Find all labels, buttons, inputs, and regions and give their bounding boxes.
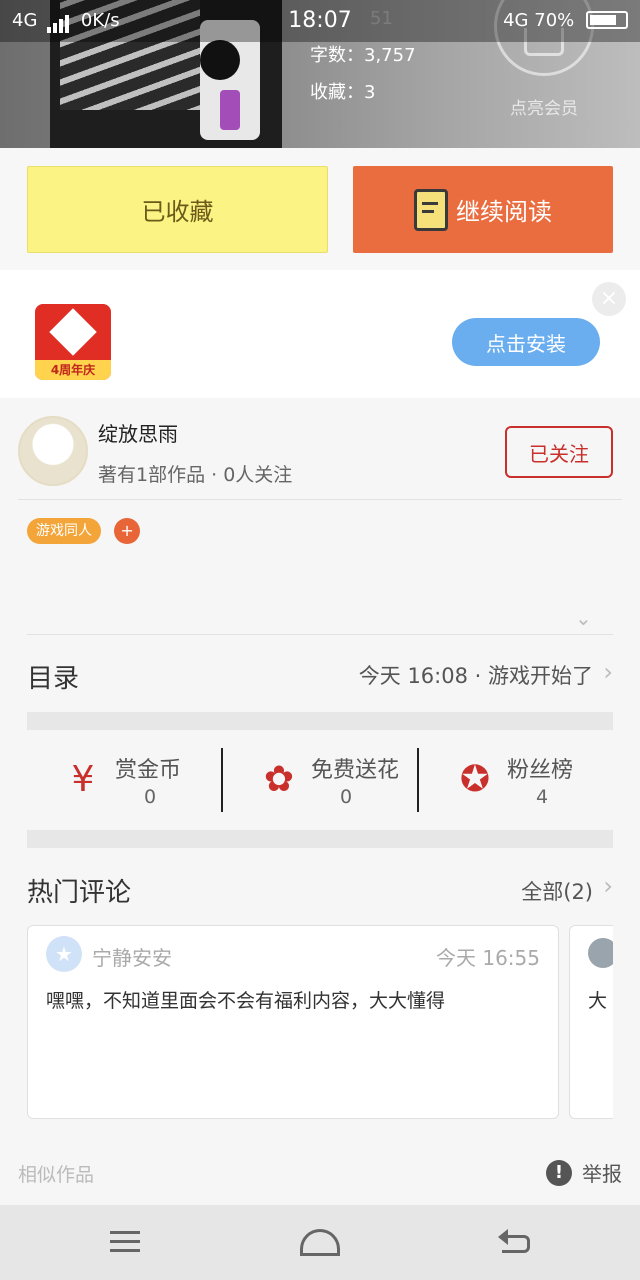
tag-list: 游戏同人 + [27, 518, 141, 544]
stat-value: 0 [339, 786, 353, 808]
comment-user[interactable]: 宁静安安 [92, 942, 172, 971]
similar-works-label: 相似作品 [18, 1164, 95, 1186]
add-tag-button[interactable]: + [114, 518, 141, 544]
continue-reading-button[interactable]: 继续阅读 [353, 166, 613, 253]
catalog-row[interactable]: 目录 今天 16:08 · 游戏开始了 › [27, 636, 613, 712]
stat-label: 赏金币 [115, 758, 182, 783]
reward-coin-button[interactable]: ¥ 赏金币 0 [27, 730, 221, 830]
stat-value: 4 [535, 786, 549, 808]
section-separator [27, 712, 613, 730]
book-icon [414, 188, 448, 231]
stat-label: 粉丝榜 [507, 758, 574, 783]
chevron-right-icon[interactable]: › [603, 872, 613, 900]
system-nav-bar [0, 1205, 640, 1280]
fan-ranking-icon: ✪ [459, 759, 491, 800]
continue-reading-label: 继续阅读 [456, 198, 552, 226]
install-button[interactable]: 点击安装 [452, 318, 600, 366]
follow-label: 已关注 [529, 441, 589, 466]
comment-text: 嘿嘿，不知道里面会不会有福利内容，大大懂得 [46, 990, 446, 1012]
flower-icon: ✿ [263, 759, 295, 800]
home-icon[interactable] [298, 1225, 340, 1261]
collected-label: 已收藏 [141, 198, 214, 226]
warning-icon: ! [546, 1159, 572, 1186]
word-count: 字数：3,757 [310, 45, 416, 66]
comment-text: 大 [588, 990, 608, 1012]
stats-bar: ¥ 赏金币 0 ✿ 免费送花 0 ✪ 粉丝榜 4 [27, 730, 613, 830]
chevron-right-icon: › [603, 658, 613, 686]
comment-card[interactable]: 大 [569, 925, 613, 1119]
fan-ranking-button[interactable]: ✪ 粉丝榜 4 [417, 748, 613, 812]
comments-title: 热门评论 [27, 878, 132, 908]
battery-percent: 70% [534, 10, 575, 31]
status-bar: 4G 0K/s 18:07 4G 70% [0, 0, 640, 42]
author-name[interactable]: 绽放思雨 [98, 418, 178, 447]
action-bar: 已收藏 继续阅读 [0, 148, 640, 270]
reward-coin-icon: ¥ [71, 759, 95, 800]
latest-chapter: 今天 16:08 · 游戏开始了 [358, 664, 593, 688]
back-icon[interactable] [498, 1225, 538, 1261]
avatar[interactable] [18, 416, 88, 486]
battery-icon [586, 11, 628, 29]
stat-label: 免费送花 [311, 758, 400, 783]
network-type-right: 4G [503, 10, 529, 31]
comment-card[interactable]: ★ 宁静安安 今天 16:55 嘿嘿，不知道里面会不会有福利内容，大大懂得 [27, 925, 559, 1119]
app-logo-icon: 4周年庆 [35, 304, 111, 380]
collected-button[interactable]: 已收藏 [27, 166, 328, 253]
author-section: 绽放思雨 著有1部作品 · 0人关注 已关注 [18, 398, 622, 500]
favorite-count: 收藏：3 [310, 82, 376, 103]
comment-time: 今天 16:55 [436, 946, 540, 970]
author-summary: 著有1部作品 · 0人关注 [98, 464, 293, 486]
catalog-title: 目录 [27, 664, 80, 694]
app-badge: 4周年庆 [35, 360, 111, 380]
report-label: 举报 [582, 1162, 622, 1186]
close-icon[interactable]: × [592, 282, 626, 316]
divider [27, 634, 613, 635]
report-button[interactable]: ! 举报 [546, 1158, 622, 1187]
tag-item[interactable]: 游戏同人 [27, 518, 101, 544]
free-flower-button[interactable]: ✿ 免费送花 0 [221, 748, 417, 812]
all-comments-link[interactable]: 全部(2) [521, 876, 593, 906]
star-avatar-icon: ★ [46, 936, 82, 972]
stat-value: 0 [143, 786, 157, 808]
comments-header: 热门评论 全部(2) › [27, 848, 613, 924]
section-separator [27, 830, 613, 848]
avatar [588, 938, 613, 968]
menu-icon[interactable] [106, 1225, 146, 1261]
chevron-down-icon[interactable]: ⌄ [575, 606, 595, 630]
install-label: 点击安装 [486, 331, 566, 356]
follow-button[interactable]: 已关注 [505, 426, 613, 478]
ad-banner[interactable]: 4周年庆 点击安装 × [0, 270, 640, 398]
vip-label: 点亮会员 [510, 99, 578, 119]
